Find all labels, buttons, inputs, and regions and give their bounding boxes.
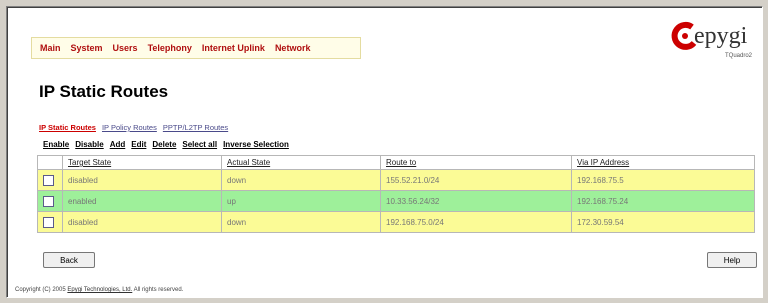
nav-system[interactable]: System [71,43,103,53]
route-to-cell: 155.52.21.0/24 [380,169,572,191]
column-actual-state[interactable]: Actual State [221,155,381,170]
tab-ip-static-routes[interactable]: IP Static Routes [39,123,96,132]
table-row[interactable]: disabled down 155.52.21.0/24 192.168.75.… [37,169,755,191]
nav-telephony[interactable]: Telephony [148,43,192,53]
logo-subtitle: TQuadro2 [724,53,752,59]
route-to-cell: 10.33.56.24/32 [380,190,572,212]
row-checkbox[interactable] [43,174,54,186]
disable-action[interactable]: Disable [75,140,103,149]
via-ip-cell: 172.30.59.54 [571,211,755,233]
inverse-selection-action[interactable]: Inverse Selection [223,140,289,149]
copyright-prefix: Copyright (C) 2005 [15,287,68,293]
select-all-action[interactable]: Select all [182,140,217,149]
tab-ip-policy-routes[interactable]: IP Policy Routes [102,123,157,132]
copyright-suffix: All rights reserved. [132,287,184,293]
actual-state-cell: up [221,190,381,212]
target-state-cell: enabled [62,190,222,212]
column-via-ip-address[interactable]: Via IP Address [571,155,755,170]
row-checkbox[interactable] [43,216,54,228]
table-row[interactable]: enabled up 10.33.56.24/32 192.168.75.24 [37,190,755,212]
nav-users[interactable]: Users [113,43,138,53]
action-bar: Enable Disable Add Edit Delete Select al… [43,140,289,149]
actual-state-cell: down [221,211,381,233]
target-state-cell: disabled [62,169,222,191]
tab-pptp-l2tp-routes[interactable]: PPTP/L2TP Routes [163,123,228,132]
row-select-cell [37,169,63,191]
top-nav: Main System Users Telephony Internet Upl… [31,37,361,59]
enable-action[interactable]: Enable [43,140,69,149]
target-state-cell: disabled [62,211,222,233]
delete-action[interactable]: Delete [152,140,176,149]
row-select-cell [37,211,63,233]
epygi-logo: epygi TQuadro2 [642,19,752,59]
table-row[interactable]: disabled down 192.168.75.0/24 172.30.59.… [37,211,755,233]
page-frame: Main System Users Telephony Internet Upl… [6,6,763,298]
routes-table: Target State Actual State Route to Via I… [37,155,755,233]
column-target-state[interactable]: Target State [62,155,222,170]
via-ip-cell: 192.168.75.5 [571,169,755,191]
logo-text: epygi [694,23,748,49]
table-header-row: Target State Actual State Route to Via I… [37,155,755,170]
via-ip-cell: 192.168.75.24 [571,190,755,212]
route-to-cell: 192.168.75.0/24 [380,211,572,233]
actual-state-cell: down [221,169,381,191]
nav-internet-uplink[interactable]: Internet Uplink [202,43,265,53]
back-button[interactable]: Back [43,252,95,268]
row-checkbox[interactable] [43,195,54,207]
copyright-footer: Copyright (C) 2005 Epygi Technologies, L… [15,287,183,293]
edit-action[interactable]: Edit [131,140,146,149]
row-select-cell [37,190,63,212]
sub-navigation: IP Static Routes IP Policy Routes PPTP/L… [39,123,228,132]
nav-network[interactable]: Network [275,43,311,53]
help-button[interactable]: Help [707,252,757,268]
epygi-link[interactable]: Epygi Technologies, Ltd. [67,287,132,293]
add-action[interactable]: Add [110,140,126,149]
column-route-to[interactable]: Route to [380,155,572,170]
nav-main[interactable]: Main [40,43,61,53]
page-title: IP Static Routes [39,82,169,101]
select-column-header [37,155,63,170]
